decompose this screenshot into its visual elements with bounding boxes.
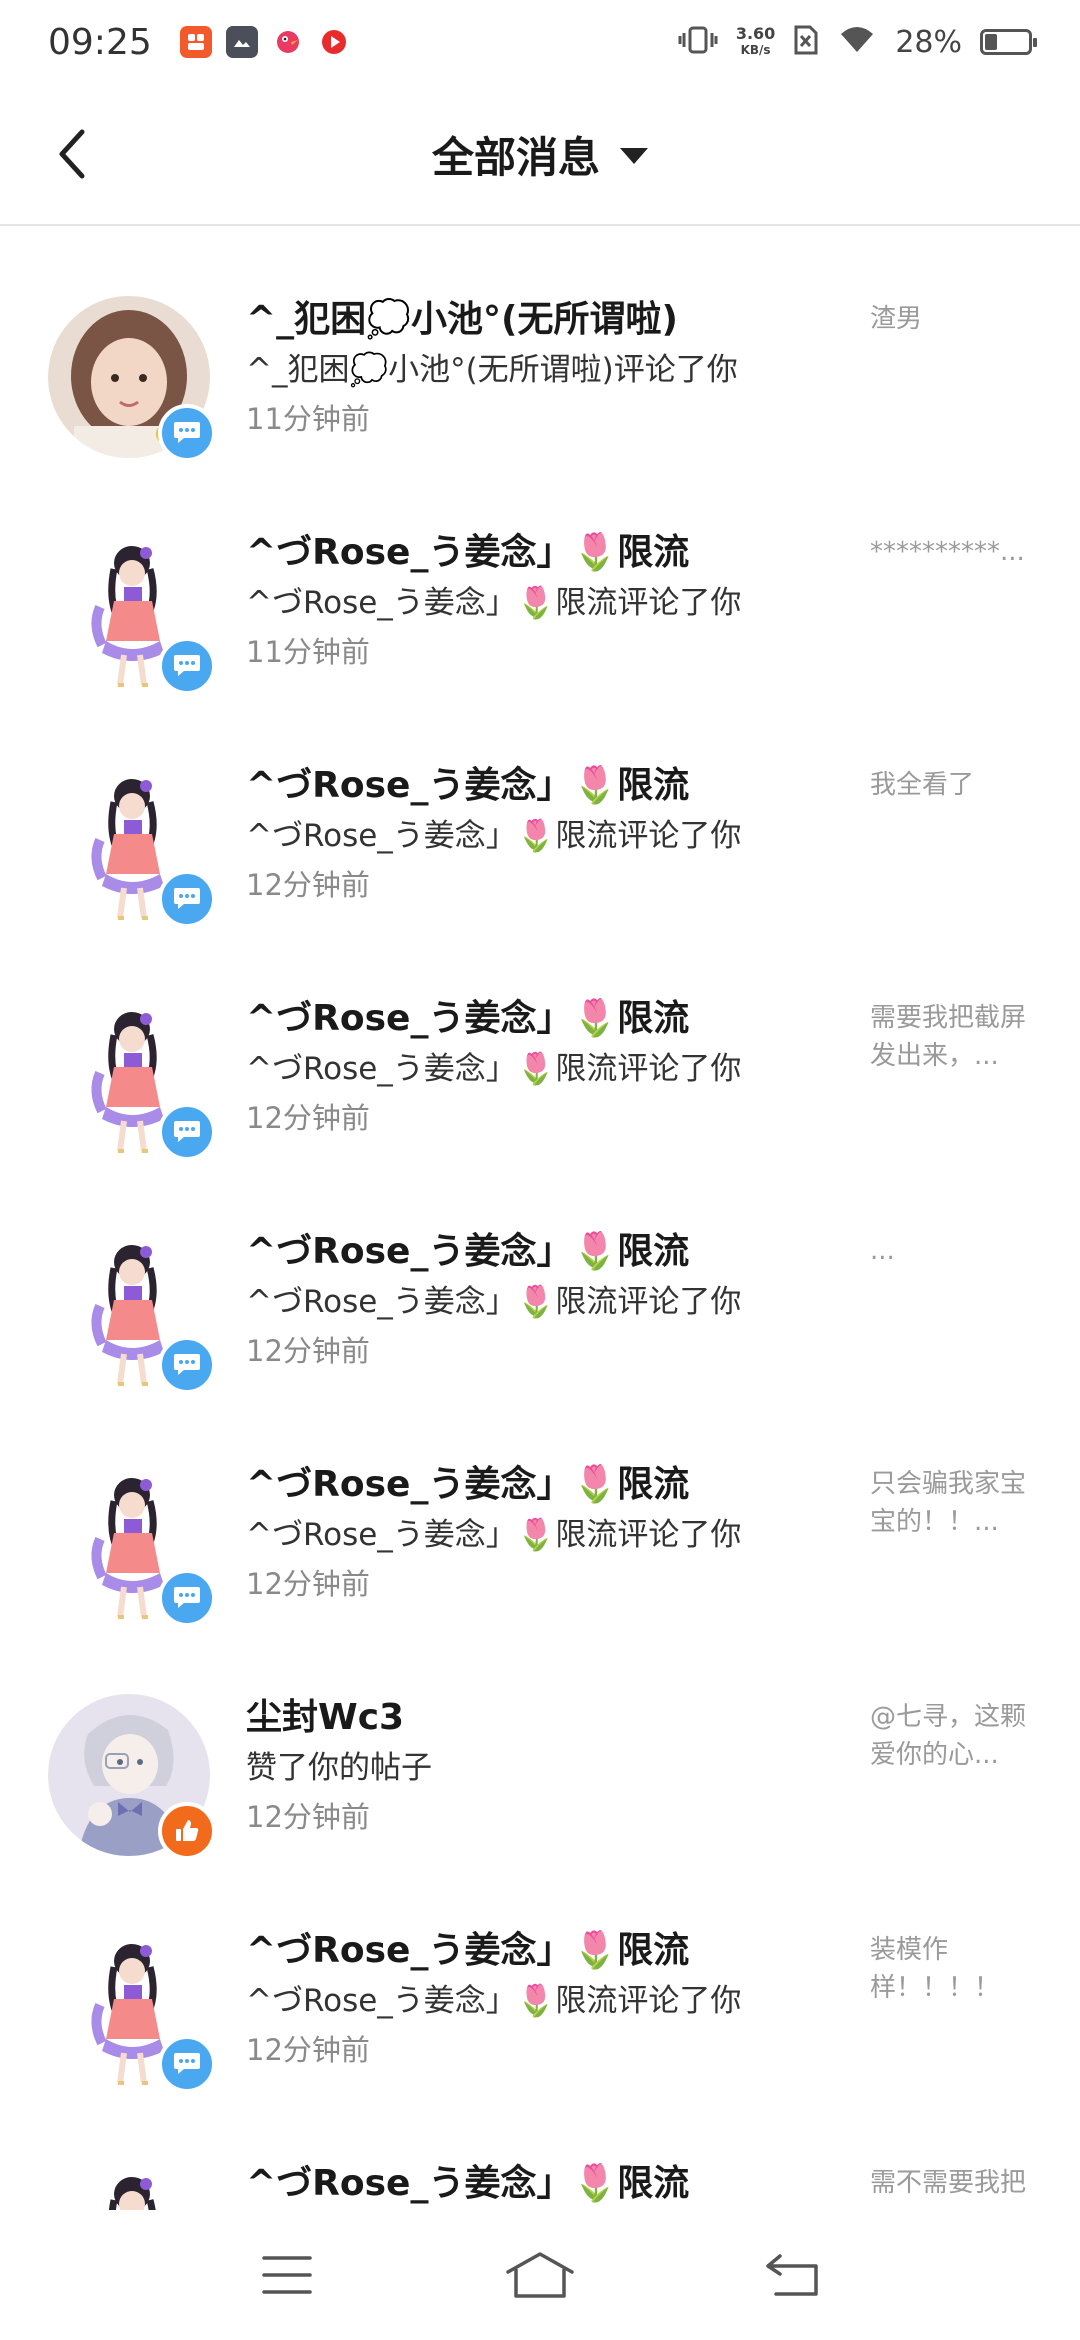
message-action: ^づRose_う姜念」🌷限流评论了你: [246, 585, 742, 621]
net-speed: 3.60 KB/s: [736, 26, 775, 58]
status-bar: 09:25 3.60 KB/s 28%: [0, 0, 1080, 84]
message-action: ^_犯困💭小池°(无所谓啦)评论了你: [246, 352, 738, 388]
system-nav-bar: [0, 2210, 1080, 2340]
comment-icon: [174, 655, 200, 676]
sender-name[interactable]: ^づRose_う姜念」🌷限流: [246, 995, 866, 1043]
message-body: ^づRose_う姜念」🌷限流: [246, 2160, 866, 2210]
status-time: 09:25: [48, 21, 152, 63]
message-list[interactable]: ^_犯困💭小池°(无所谓啦) ^_犯困💭小池°(无所谓啦)评论了你 11分钟前 渣男 ^…: [0, 228, 1080, 2210]
message-item[interactable]: ^づRose_う姜念」🌷限流 ^づRose_う姜念」🌷限流评论了你 12分钟前 装模作…: [0, 1859, 1080, 2093]
battery-percent: 28%: [895, 24, 962, 60]
message-time: 12分钟前: [246, 1101, 370, 1135]
comment-badge: [158, 1569, 216, 1627]
red-app-icon: [179, 26, 212, 58]
no-sim-icon: [793, 24, 819, 60]
message-action: ^づRose_う姜念」🌷限流评论了你: [246, 1284, 742, 1320]
caret-down-icon: [620, 148, 648, 164]
comment-badge: [158, 637, 216, 695]
comment-badge: [158, 1103, 216, 1161]
message-item[interactable]: ^_犯困💭小池°(无所谓啦) ^_犯困💭小池°(无所谓啦)评论了你 11分钟前 渣男: [0, 228, 1080, 462]
message-time: 11分钟前: [246, 635, 370, 669]
sender-name[interactable]: ^_犯困💭小池°(无所谓啦): [246, 296, 866, 344]
message-time: 12分钟前: [246, 868, 370, 902]
sender-name[interactable]: ^づRose_う姜念」🌷限流: [246, 529, 866, 577]
post-preview[interactable]: 我全看了: [870, 766, 1040, 804]
back-nav-icon: [766, 2254, 819, 2296]
message-body: ^_犯困💭小池°(无所谓啦) ^_犯困💭小池°(无所谓啦)评论了你 11分钟前: [246, 296, 866, 442]
home-icon: [506, 2252, 574, 2298]
battery-fill: [985, 34, 997, 50]
post-preview[interactable]: 需要我把截屏发出来，...: [870, 999, 1040, 1075]
message-body: ^づRose_う姜念」🌷限流 ^づRose_う姜念」🌷限流评论了你 12分钟前: [246, 1461, 866, 1607]
message-time: 12分钟前: [246, 2033, 370, 2067]
home-button[interactable]: [495, 2230, 585, 2320]
message-body: ^づRose_う姜念」🌷限流 ^づRose_う姜念」🌷限流评论了你 12分钟前: [246, 1228, 866, 1374]
message-item[interactable]: ^づRose_う姜念」🌷限流 ^づRose_う姜念」🌷限流评论了你 12分钟前 只会骗…: [0, 1393, 1080, 1627]
bird-app-icon: [272, 26, 304, 58]
message-item[interactable]: ^づRose_う姜念」🌷限流 ^づRose_う姜念」🌷限流评论了你 12分钟前 我全看…: [0, 694, 1080, 928]
comment-badge: [158, 2035, 216, 2093]
post-preview[interactable]: 装模作样！！！！: [870, 1931, 1040, 2007]
post-preview[interactable]: 渣男: [870, 300, 1040, 338]
status-right: 3.60 KB/s 28%: [678, 24, 1037, 60]
comment-badge: [158, 1336, 216, 1394]
sender-name[interactable]: ^づRose_う姜念」🌷限流: [246, 762, 866, 810]
message-body: 尘封Wc3 赞了你的帖子 12分钟前: [246, 1694, 866, 1840]
message-time: 12分钟前: [246, 1334, 370, 1368]
header: 全部消息: [0, 84, 1080, 226]
message-action: ^づRose_う姜念」🌷限流评论了你: [246, 1983, 742, 2019]
post-preview[interactable]: 只会骗我家宝宝的！！...: [870, 1465, 1040, 1541]
message-action: ^づRose_う姜念」🌷限流评论了你: [246, 1517, 742, 1553]
message-item[interactable]: ^づRose_う姜念」🌷限流 ^づRose_う姜念」🌷限流评论了你 11分钟前 ***…: [0, 461, 1080, 695]
message-time: 12分钟前: [246, 1800, 370, 1834]
sender-name[interactable]: 尘封Wc3: [246, 1694, 866, 1742]
message-body: ^づRose_う姜念」🌷限流 ^づRose_う姜念」🌷限流评论了你 12分钟前: [246, 995, 866, 1141]
message-filter-dropdown[interactable]: 全部消息: [0, 122, 1080, 186]
sender-name[interactable]: ^づRose_う姜念」🌷限流: [246, 2160, 866, 2208]
comment-icon: [174, 1121, 200, 1142]
comment-icon: [174, 1587, 200, 1608]
message-item[interactable]: ^づRose_う姜念」🌷限流 ^づRose_う姜念」🌷限流评论了你 12分钟前 需要我…: [0, 927, 1080, 1161]
message-action: ^づRose_う姜念」🌷限流评论了你: [246, 818, 742, 854]
net-speed-value: 3.60: [735, 24, 776, 43]
post-preview[interactable]: @七寻，这颗爱你的心...: [870, 1698, 1040, 1774]
message-action: 赞了你的帖子: [246, 1750, 432, 1786]
wifi-icon: [837, 24, 877, 60]
net-speed-unit: KB/s: [740, 43, 771, 57]
message-item[interactable]: ^づRose_う姜念」🌷限流 需不需要我把: [0, 2092, 1080, 2210]
message-body: ^づRose_う姜念」🌷限流 ^づRose_う姜念」🌷限流评论了你 12分钟前: [246, 1927, 866, 2073]
battery-icon: [980, 29, 1037, 55]
sender-name[interactable]: ^づRose_う姜念」🌷限流: [246, 1228, 866, 1276]
menu-button[interactable]: [242, 2230, 332, 2320]
post-preview[interactable]: ...: [870, 1232, 1040, 1270]
comment-badge: [158, 404, 216, 462]
comment-icon: [174, 888, 200, 909]
sender-name[interactable]: ^づRose_う姜念」🌷限流: [246, 1927, 866, 1975]
message-time: 11分钟前: [246, 402, 370, 436]
comment-badge: [158, 870, 216, 928]
sender-name[interactable]: ^づRose_う姜念」🌷限流: [246, 1461, 866, 1509]
gallery-app-icon: [225, 26, 258, 58]
message-item[interactable]: 尘封Wc3 赞了你的帖子 12分钟前 @七寻，这颗爱你的心...: [0, 1626, 1080, 1860]
like-badge: [158, 1802, 216, 1860]
vibrate-icon: [678, 25, 718, 59]
message-body: ^づRose_う姜念」🌷限流 ^づRose_う姜念」🌷限流评论了你 11分钟前: [246, 529, 866, 675]
avatar[interactable]: [48, 2160, 210, 2210]
message-item[interactable]: ^づRose_う姜念」🌷限流 ^づRose_う姜念」🌷限流评论了你 12分钟前...: [0, 1160, 1080, 1394]
back-nav-button[interactable]: [748, 2230, 838, 2320]
comment-icon: [174, 2053, 200, 2074]
post-preview[interactable]: 需不需要我把: [870, 2164, 1040, 2202]
post-preview[interactable]: **********...: [870, 533, 1040, 571]
video-app-icon: [318, 26, 350, 58]
message-action: ^づRose_う姜念」🌷限流评论了你: [246, 1051, 742, 1087]
comment-icon: [174, 1354, 200, 1375]
message-body: ^づRose_う姜念」🌷限流 ^づRose_う姜念」🌷限流评论了你 12分钟前: [246, 762, 866, 908]
comment-icon: [174, 422, 200, 443]
menu-icon: [261, 2256, 312, 2294]
thumbs-up-icon: [176, 1820, 199, 1841]
message-time: 12分钟前: [246, 1567, 370, 1601]
status-left: 09:25: [48, 22, 350, 63]
page-title: 全部消息: [431, 132, 600, 182]
